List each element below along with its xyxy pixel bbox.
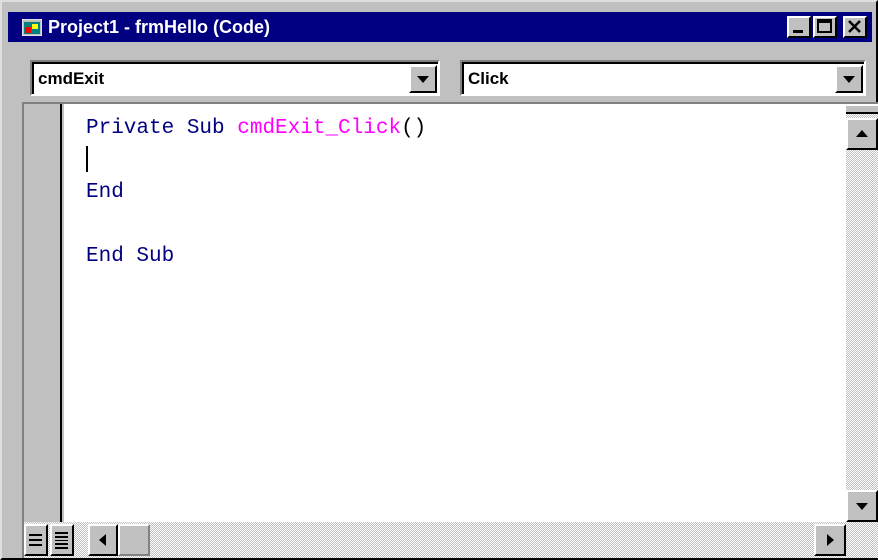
text-cursor [86,146,88,172]
code-parens: () [401,117,427,140]
code-keywords: Private Sub [86,117,238,140]
object-combo[interactable]: cmdExit [30,60,440,96]
chevron-down-icon [843,76,855,83]
chevron-down-icon [417,76,429,83]
scroll-right-button[interactable] [814,524,846,556]
window-title: Project1 - frmHello (Code) [48,17,271,37]
arrow-down-icon [856,503,868,510]
minimize-button[interactable] [787,16,811,38]
procedure-combo-value: Click [468,69,509,88]
maximize-button[interactable] [813,16,837,38]
vertical-scrollbar[interactable] [846,104,878,522]
close-icon [848,20,861,33]
arrow-up-icon [856,130,868,137]
split-bar[interactable] [846,104,878,114]
full-module-view-button[interactable] [50,524,74,556]
arrow-left-icon [99,534,106,546]
code-procedure-name: cmdExit_Click [237,117,402,140]
arrow-right-icon [827,534,834,546]
maximize-icon [817,19,832,33]
scroll-down-button[interactable] [846,490,878,522]
horizontal-scroll-thumb[interactable] [118,524,150,556]
procedure-view-button[interactable] [24,524,48,556]
procedure-combo-frame: Click [462,62,864,94]
margin-indicator-bar[interactable] [24,104,62,522]
scroll-up-button[interactable] [846,118,878,150]
title-bar[interactable]: Project1 - frmHello (Code) [8,12,872,42]
object-combo-value: cmdExit [38,69,105,88]
horizontal-scrollbar[interactable] [24,522,878,558]
object-combo-dropdown-button[interactable] [409,65,437,93]
code-window: Project1 - frmHello (Code) cmdExit Click… [0,0,878,560]
procedure-view-icon [29,534,42,546]
close-button[interactable] [843,16,867,38]
code-line-5: End Sub [86,245,175,268]
minimize-icon [793,30,803,33]
full-module-view-icon [55,532,68,549]
code-line-3: End [86,181,124,204]
object-combo-frame: cmdExit [32,62,438,94]
procedure-combo-dropdown-button[interactable] [835,65,863,93]
scroll-left-button[interactable] [88,524,118,556]
form-module-icon [21,18,43,37]
procedure-combo[interactable]: Click [460,60,866,96]
code-line-1: Private Sub cmdExit_Click() [86,116,426,142]
code-editor[interactable]: Private Sub cmdExit_Click() End End Sub [64,104,846,522]
